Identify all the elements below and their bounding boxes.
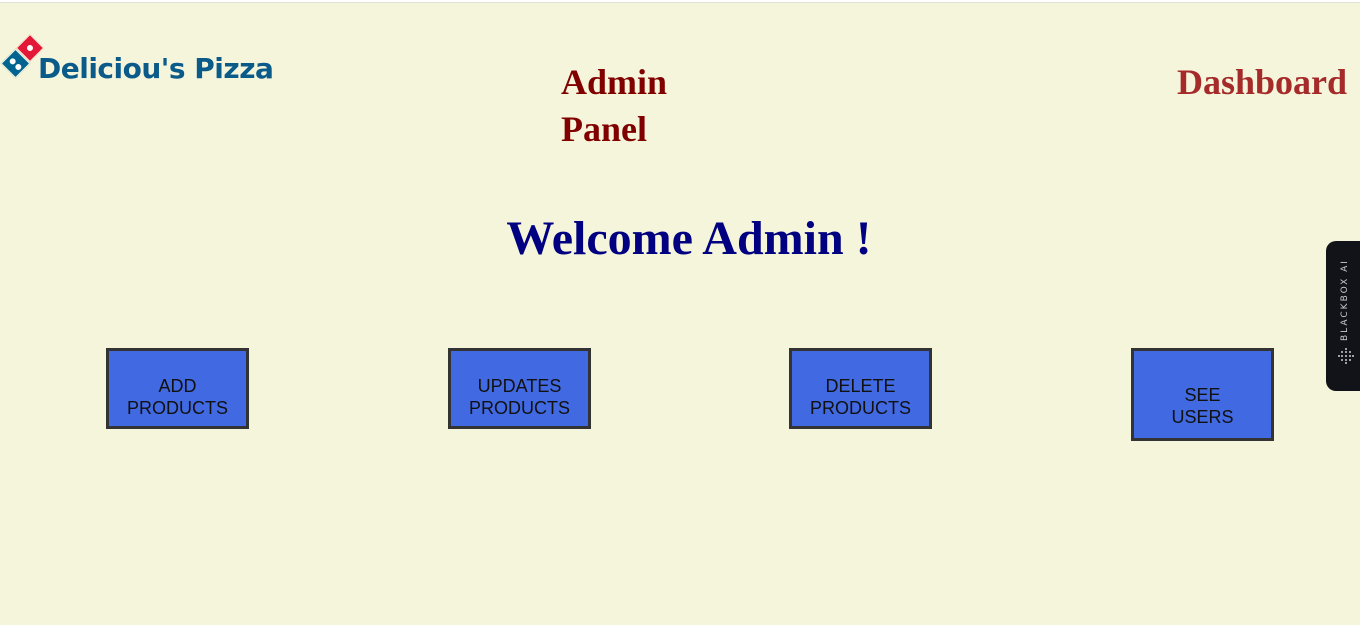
side-tab-label: BLACKBOX AI [1340,259,1350,341]
button-label-line2: USERS [1171,406,1234,427]
brand-logo[interactable]: Deliciou's Pizza [0,33,274,85]
button-label-line2: PRODUCTS [468,398,570,418]
see-users-button[interactable]: SEE USERS [1131,348,1274,441]
add-products-button[interactable]: ADD PRODUCTS [106,348,249,429]
button-label-line2: PRODUCTS [126,398,228,418]
brand-name: Deliciou's Pizza [38,52,274,85]
button-label-line2: PRODUCTS [809,398,911,418]
button-label-line1: ADD [158,376,197,396]
page-title: Admin Panel [561,62,668,149]
welcome-heading: Welcome Admin ! [506,212,872,265]
blackbox-ai-side-tab[interactable]: BLACKBOX AI [1326,241,1360,391]
update-products-button[interactable]: UPDATES PRODUCTS [448,348,591,429]
admin-page: Deliciou's Pizza Admin Panel Dashboard W… [0,2,1360,625]
blackbox-dots-icon [1338,348,1354,364]
button-label-line1: UPDATES [477,376,562,396]
button-label-line1: DELETE [825,376,896,396]
button-label-line1: SEE [1184,384,1221,405]
dashboard-link[interactable]: Dashboard [1177,59,1347,106]
delete-products-button[interactable]: DELETE PRODUCTS [789,348,932,429]
